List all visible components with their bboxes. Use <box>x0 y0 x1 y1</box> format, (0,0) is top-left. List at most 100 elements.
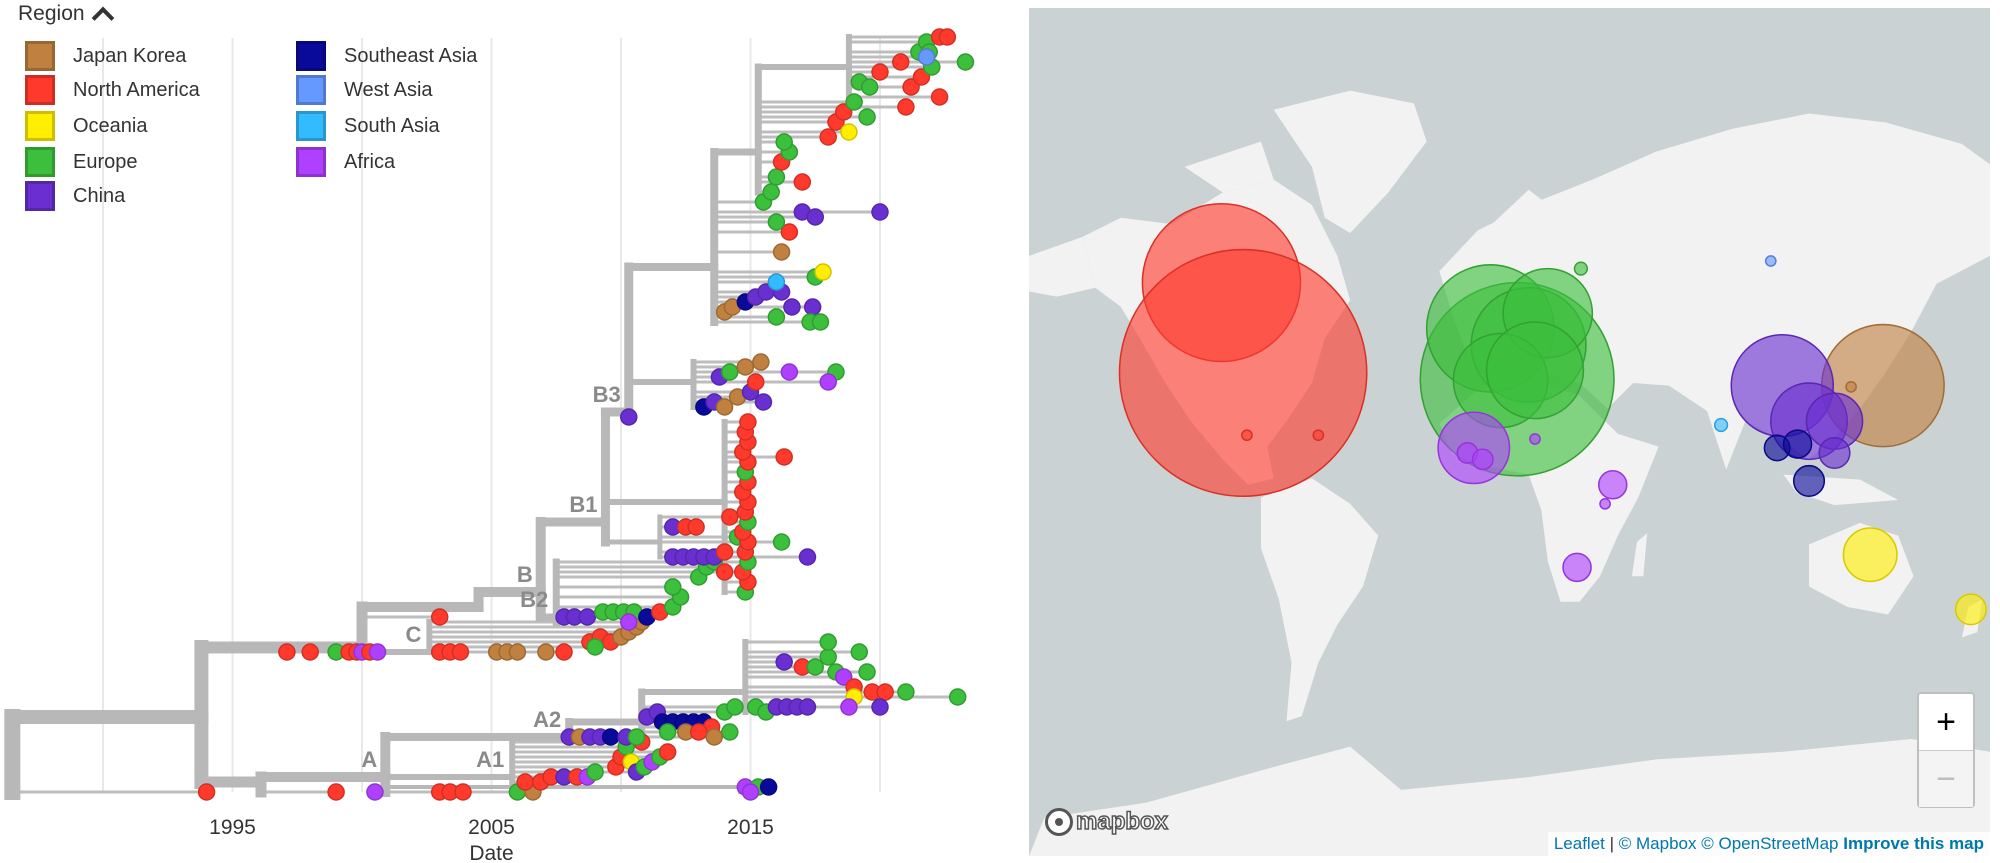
tip-af[interactable] <box>366 783 384 801</box>
map-panel[interactable]: mapbox + − Leaflet | © Mapbox © OpenStre… <box>1029 8 1990 856</box>
map-circle-af[interactable] <box>1597 470 1628 500</box>
tip-eu[interactable] <box>956 53 975 71</box>
tip-na[interactable] <box>721 508 739 526</box>
map-circle-af[interactable] <box>1599 497 1611 510</box>
tip-eu[interactable] <box>772 533 791 551</box>
tip-cn[interactable] <box>798 698 817 716</box>
tip-eu[interactable] <box>721 723 739 741</box>
tip-na[interactable] <box>938 28 957 46</box>
tip-cn[interactable] <box>775 653 793 671</box>
map-circle-eu[interactable] <box>1573 261 1589 276</box>
tip-eu[interactable] <box>860 78 879 96</box>
legend-item-north-america[interactable]: North America <box>25 74 200 106</box>
tip-eu[interactable] <box>658 723 677 741</box>
tip-eu[interactable] <box>775 133 793 151</box>
tip-eu[interactable] <box>819 648 837 666</box>
legend-toggle[interactable]: Region <box>18 2 114 30</box>
map-circle-sa[interactable] <box>1713 417 1729 433</box>
tip-jk[interactable] <box>537 643 555 661</box>
tip-eu[interactable] <box>586 763 604 781</box>
tip-cn[interactable] <box>783 298 801 316</box>
tip-na[interactable] <box>891 53 910 71</box>
legend-item-southeast-asia[interactable]: Southeast Asia <box>296 40 477 72</box>
legend-item-japan-korea[interactable]: Japan Korea <box>25 40 186 72</box>
tip-cn[interactable] <box>803 298 822 316</box>
tip-na[interactable] <box>739 413 757 431</box>
tip-eu[interactable] <box>762 183 780 201</box>
map-circle-oc[interactable] <box>1954 593 1987 626</box>
tip-na[interactable] <box>793 173 812 191</box>
tip-cn[interactable] <box>620 408 638 426</box>
tip-oc[interactable] <box>814 263 832 281</box>
tip-cn[interactable] <box>578 608 597 626</box>
tip-na[interactable] <box>746 373 765 391</box>
tip-jk[interactable] <box>772 243 791 261</box>
tip-sea[interactable] <box>759 778 778 796</box>
tip-eu[interactable] <box>721 363 739 381</box>
tip-na[interactable] <box>327 783 345 801</box>
zoom-in-button[interactable]: + <box>1919 694 1973 750</box>
tip-wa[interactable] <box>917 48 936 66</box>
tip-eu[interactable] <box>948 688 967 706</box>
tip-eu[interactable] <box>845 93 863 111</box>
tip-af[interactable] <box>780 363 799 381</box>
legend-item-china[interactable]: China <box>25 180 125 212</box>
tip-sa[interactable] <box>767 273 786 291</box>
world-map[interactable] <box>1029 8 1990 856</box>
tip-na[interactable] <box>715 563 734 581</box>
tip-cn[interactable] <box>871 698 889 716</box>
tip-na[interactable] <box>658 743 677 761</box>
map-circle-oc[interactable] <box>1842 527 1898 583</box>
tip-cn[interactable] <box>806 208 824 226</box>
map-circle-wa[interactable] <box>1764 255 1777 267</box>
map-circle-af[interactable] <box>1471 448 1494 471</box>
tip-na[interactable] <box>430 608 449 626</box>
zoom-out-button[interactable]: − <box>1919 750 1973 807</box>
tip-eu[interactable] <box>664 578 682 596</box>
legend-item-africa[interactable]: Africa <box>296 146 395 178</box>
map-circle-cn[interactable] <box>1818 436 1851 469</box>
tip-eu[interactable] <box>811 313 830 331</box>
tip-na[interactable] <box>897 98 915 116</box>
mapbox-link[interactable]: © Mapbox <box>1619 834 1697 853</box>
tip-na[interactable] <box>451 643 470 661</box>
tip-eu[interactable] <box>767 168 786 186</box>
tip-na[interactable] <box>876 683 894 701</box>
leaflet-link[interactable]: Leaflet <box>1554 834 1605 853</box>
legend-item-europe[interactable]: Europe <box>25 146 138 178</box>
tip-eu[interactable] <box>767 213 786 231</box>
legend-item-oceania[interactable]: Oceania <box>25 110 148 142</box>
tip-eu[interactable] <box>627 728 646 746</box>
mapbox-logo[interactable]: mapbox <box>1045 807 1169 836</box>
tip-jk[interactable] <box>705 728 723 746</box>
openstreetmap-link[interactable]: © OpenStreetMap <box>1701 834 1838 853</box>
tip-af[interactable] <box>840 698 858 716</box>
tip-na[interactable] <box>775 448 793 466</box>
tip-na[interactable] <box>819 128 837 146</box>
tip-af[interactable] <box>819 373 837 391</box>
map-circle-na[interactable] <box>1241 429 1253 442</box>
tip-eu[interactable] <box>858 108 876 126</box>
tip-eu[interactable] <box>819 633 837 651</box>
tip-na[interactable] <box>301 643 319 661</box>
map-circle-sea[interactable] <box>1792 464 1826 497</box>
map-circle-na[interactable] <box>1118 248 1368 497</box>
tip-na[interactable] <box>687 518 705 536</box>
tip-af[interactable] <box>620 613 638 631</box>
tip-jk[interactable] <box>736 358 755 376</box>
tip-na[interactable] <box>516 773 534 791</box>
tip-jk[interactable] <box>752 353 770 371</box>
map-circle-af[interactable] <box>1529 433 1541 445</box>
tip-na[interactable] <box>278 643 296 661</box>
map-circle-eu[interactable] <box>1485 321 1585 420</box>
tip-cn[interactable] <box>754 393 773 411</box>
tip-na[interactable] <box>689 723 708 741</box>
tip-af[interactable] <box>368 643 387 661</box>
tip-jk[interactable] <box>508 643 527 661</box>
tip-cn[interactable] <box>798 548 817 566</box>
tip-eu[interactable] <box>586 638 604 656</box>
map-circle-na[interactable] <box>1312 429 1325 442</box>
tip-na[interactable] <box>197 783 216 801</box>
tip-na[interactable] <box>715 543 734 561</box>
tip-cn[interactable] <box>871 203 889 221</box>
